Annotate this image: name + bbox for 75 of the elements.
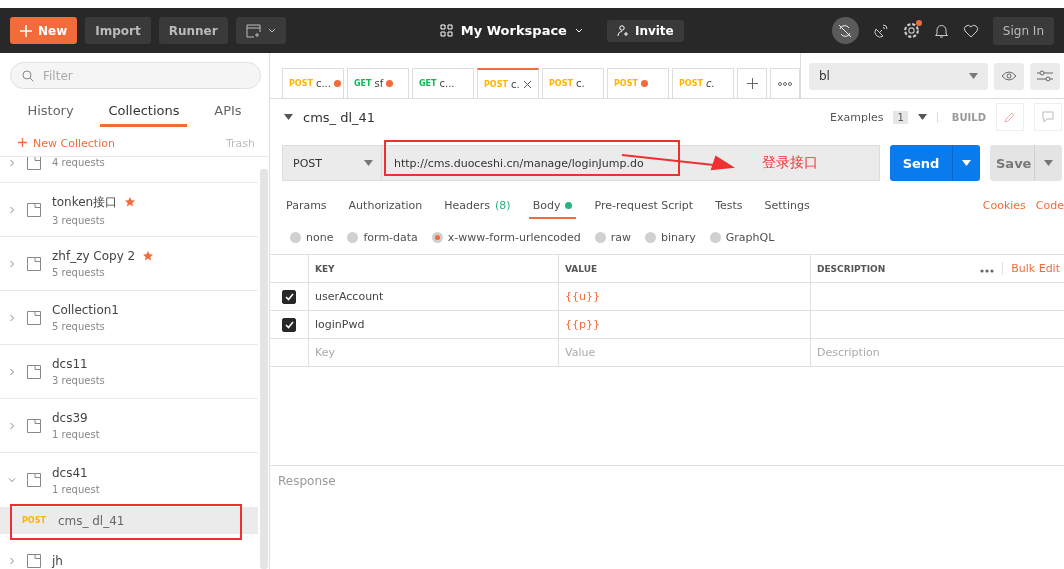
tab-title: c... (439, 78, 455, 89)
sign-in-button[interactable]: Sign In (992, 16, 1054, 45)
save-button[interactable]: Save (990, 145, 1034, 181)
method-label: GET (419, 79, 437, 88)
request-tab[interactable]: POST c. (477, 68, 539, 98)
column-header: VALUE (565, 263, 598, 274)
request-section-tab[interactable]: Params (282, 199, 331, 219)
table-cell: {{p}} (565, 318, 600, 331)
request-count: 5 requests (52, 267, 106, 278)
request-count: 5 requests (52, 321, 106, 332)
request-count: 1 request (52, 429, 100, 440)
examples-label[interactable]: Examples (830, 110, 884, 124)
sidebar-tab[interactable]: Collections (100, 97, 188, 127)
collection-name[interactable]: dcs41 (52, 465, 88, 480)
request-tab[interactable]: POST c. (542, 68, 604, 98)
request-tab[interactable]: GET c... (412, 68, 474, 98)
request-count: 1 request (52, 483, 100, 495)
tab-title: c. (705, 78, 715, 89)
request-count: 4 requests (52, 157, 105, 168)
request-tab[interactable]: POST c. (672, 68, 734, 98)
body-type-option[interactable]: none (290, 231, 334, 244)
body-type-option[interactable]: raw (594, 231, 631, 244)
annotation-text: 登录接口 (762, 154, 818, 172)
filter-field[interactable]: Filter (10, 62, 261, 89)
method-label: POST (484, 79, 508, 89)
examples-count: 1 (893, 110, 908, 124)
request-section-tab[interactable]: Body (528, 199, 577, 219)
runner-button[interactable]: Runner (158, 17, 228, 44)
request-section-tab[interactable]: Authorization (344, 199, 427, 219)
method-label: POST (289, 79, 313, 88)
request-count: 3 requests (52, 375, 105, 386)
workspace-button[interactable]: My Workspace (433, 22, 589, 39)
method-label: POST (679, 79, 703, 88)
request-section-tab[interactable]: Settings (760, 199, 814, 219)
method-select[interactable]: POST (282, 145, 382, 181)
table-cell: {{u}} (565, 290, 600, 303)
environment-select[interactable]: bl (809, 62, 988, 90)
import-button[interactable]: Import (85, 17, 151, 44)
request-tab[interactable]: POST c... (282, 68, 344, 98)
request-section-tab[interactable]: Tests (711, 199, 747, 219)
tab-title: sf (374, 78, 384, 89)
method-label: POST (22, 516, 46, 525)
request-tab[interactable]: GET sf (347, 68, 409, 98)
column-header: DESCRIPTION (817, 263, 886, 274)
body-type-option[interactable]: GraphQL (709, 231, 775, 244)
request-section-tab[interactable]: Headers (8) (440, 199, 515, 219)
collection-name[interactable]: Collection1 (52, 303, 119, 317)
response-title: Response (278, 474, 337, 488)
sidebar-tab[interactable]: APIs (206, 97, 250, 127)
table-cell: userAccount (315, 290, 384, 303)
method-label: GET (354, 79, 372, 88)
tab-title: c. (575, 78, 585, 89)
request-name: cms_ dl_41 (57, 513, 125, 528)
request-item[interactable]: POST cms_ dl_41 (0, 507, 258, 534)
body-type-option[interactable]: binary (645, 231, 696, 244)
send-button[interactable]: Send (890, 145, 952, 181)
request-title: cms_ dl_41 (303, 109, 377, 125)
request-section-tab[interactable]: Pre-request Script (590, 199, 698, 219)
collection-name[interactable]: zhf_zy Copy 2 (52, 249, 136, 263)
invite-button[interactable]: Invite (606, 19, 684, 42)
method-label: POST (614, 79, 638, 88)
request-count: 3 requests (52, 214, 106, 226)
collection-name[interactable]: jh (52, 553, 63, 568)
sidebar-tab[interactable]: History (19, 97, 82, 127)
method-label: POST (549, 79, 573, 88)
tab-title: c. (510, 78, 520, 90)
column-header: KEY (315, 263, 335, 274)
collection-name[interactable]: dcs39 (52, 411, 88, 425)
table-cell: loginPwd (315, 318, 365, 331)
header-count: (8) (495, 199, 511, 212)
tab-title: c... (315, 78, 331, 89)
collection-name[interactable]: dcs11 (52, 357, 88, 371)
body-type-option[interactable]: x-www-form-urlencoded (431, 231, 581, 244)
collection-name[interactable]: tonken接口 (52, 193, 118, 211)
body-type-option[interactable]: form-data (347, 231, 418, 244)
